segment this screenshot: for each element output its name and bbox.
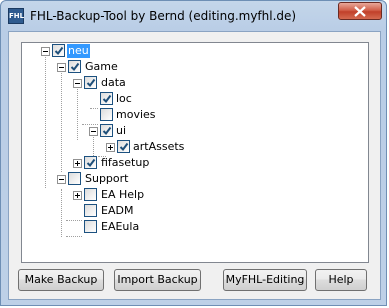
tree-line bbox=[45, 57, 46, 188]
checkbox-checked-icon[interactable] bbox=[100, 124, 113, 137]
tree-line bbox=[66, 236, 82, 237]
collapse-icon[interactable] bbox=[57, 63, 66, 72]
checkbox-checked-icon[interactable] bbox=[68, 60, 81, 73]
checkbox-unchecked-icon[interactable] bbox=[84, 188, 97, 201]
title-bar[interactable]: FHL FHL-Backup-Tool by Bernd (editing.my… bbox=[1, 1, 386, 31]
collapse-icon[interactable] bbox=[73, 79, 82, 88]
tree-line bbox=[93, 137, 94, 156]
checkbox-unchecked-icon[interactable] bbox=[100, 108, 113, 121]
checkbox-checked-icon[interactable] bbox=[100, 92, 113, 105]
folder-tree[interactable]: neu Game data loc movies ui artAssets fi… bbox=[21, 42, 369, 263]
checkbox-unchecked-icon[interactable] bbox=[68, 172, 81, 185]
collapse-icon[interactable] bbox=[57, 175, 66, 184]
checkbox-checked-icon[interactable] bbox=[117, 140, 130, 153]
tree-node-label[interactable]: neu bbox=[67, 44, 90, 58]
tree-node-label[interactable]: artAssets bbox=[132, 140, 185, 154]
checkbox-unchecked-icon[interactable] bbox=[84, 204, 97, 217]
expand-icon[interactable] bbox=[73, 191, 82, 200]
checkbox-checked-icon[interactable] bbox=[52, 44, 65, 57]
collapse-icon[interactable] bbox=[41, 47, 50, 56]
expand-icon[interactable] bbox=[73, 159, 82, 168]
make-backup-button[interactable]: Make Backup bbox=[18, 269, 104, 291]
tree-line bbox=[61, 189, 62, 237]
tree-line bbox=[66, 220, 82, 221]
import-backup-button[interactable]: Import Backup bbox=[114, 269, 201, 291]
close-button[interactable] bbox=[338, 2, 382, 20]
myfhl-editing-button[interactable]: MyFHL-Editing bbox=[223, 269, 307, 291]
tree-node-label[interactable]: Support bbox=[84, 172, 129, 186]
tree-node-label[interactable]: EA Help bbox=[100, 188, 145, 202]
checkbox-checked-icon[interactable] bbox=[84, 156, 97, 169]
tree-node-label[interactable]: Game bbox=[84, 60, 119, 74]
collapse-icon[interactable] bbox=[89, 127, 98, 136]
tree-node-label[interactable]: data bbox=[100, 76, 127, 90]
tree-line bbox=[82, 124, 98, 125]
app-icon: FHL bbox=[8, 8, 24, 24]
tree-line bbox=[61, 73, 62, 172]
tree-node-label[interactable]: loc bbox=[115, 92, 133, 106]
window-title: FHL-Backup-Tool by Bernd (editing.myfhl.… bbox=[30, 9, 297, 23]
app-window: FHL FHL-Backup-Tool by Bernd (editing.my… bbox=[0, 0, 387, 306]
checkbox-unchecked-icon[interactable] bbox=[84, 220, 97, 233]
tree-node-label[interactable]: movies bbox=[115, 108, 157, 122]
client-area: neu Game data loc movies ui artAssets fi… bbox=[8, 31, 381, 300]
tree-node-label[interactable]: EADM bbox=[100, 204, 134, 218]
tree-node-label[interactable]: fifasetup bbox=[100, 156, 150, 170]
close-icon bbox=[354, 6, 366, 17]
tree-line bbox=[90, 108, 98, 109]
tree-node-label[interactable]: EAEula bbox=[100, 220, 140, 234]
tree-line bbox=[77, 89, 78, 140]
checkbox-checked-icon[interactable] bbox=[84, 76, 97, 89]
expand-icon[interactable] bbox=[106, 143, 115, 152]
help-button[interactable]: Help bbox=[315, 269, 367, 291]
tree-node-label[interactable]: ui bbox=[115, 124, 127, 138]
